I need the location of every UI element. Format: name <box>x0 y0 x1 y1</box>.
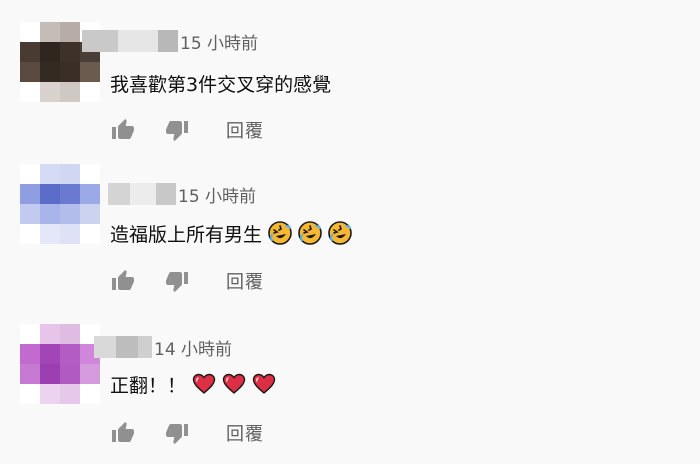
comment-text-content: 造福版上所有男生 <box>110 223 263 246</box>
author-name-blurred[interactable] <box>108 183 176 205</box>
reply-button[interactable]: 回覆 <box>226 268 264 294</box>
red-heart-emoji <box>222 372 246 396</box>
comment-text-content: 正翻！！ <box>110 374 187 397</box>
rolling-laughing-emoji <box>268 221 292 245</box>
comment-text: 造福版上所有男生 <box>110 218 352 248</box>
thumbs-up-icon <box>112 422 134 442</box>
reply-button[interactable]: 回覆 <box>226 420 264 446</box>
comment-item: 14 小時前 正翻！！ 回覆 <box>0 0 700 445</box>
red-heart-emoji <box>252 372 276 396</box>
red-heart-emoji <box>192 372 216 396</box>
comment-timestamp[interactable]: 14 小時前 <box>154 335 232 360</box>
author-row: 15 小時前 <box>108 181 256 207</box>
avatar[interactable] <box>20 164 100 244</box>
comment-actions: 回覆 <box>110 418 264 448</box>
emoji-list <box>186 372 276 396</box>
comment-actions: 回覆 <box>110 266 264 296</box>
dislike-button[interactable] <box>164 268 190 294</box>
comment-timestamp[interactable]: 15 小時前 <box>178 182 256 207</box>
author-row: 14 小時前 <box>94 334 232 360</box>
thumbs-down-icon <box>166 272 188 292</box>
like-button[interactable] <box>110 420 136 446</box>
thumbs-down-icon <box>166 424 188 444</box>
emoji-list <box>262 221 352 245</box>
thumbs-up-icon <box>112 270 134 290</box>
comment-text: 正翻！！ <box>110 369 276 399</box>
rolling-laughing-emoji <box>298 221 322 245</box>
rolling-laughing-emoji <box>328 221 352 245</box>
like-button[interactable] <box>110 268 136 294</box>
dislike-button[interactable] <box>164 420 190 446</box>
author-name-blurred[interactable] <box>94 336 152 358</box>
avatar[interactable] <box>20 324 100 404</box>
